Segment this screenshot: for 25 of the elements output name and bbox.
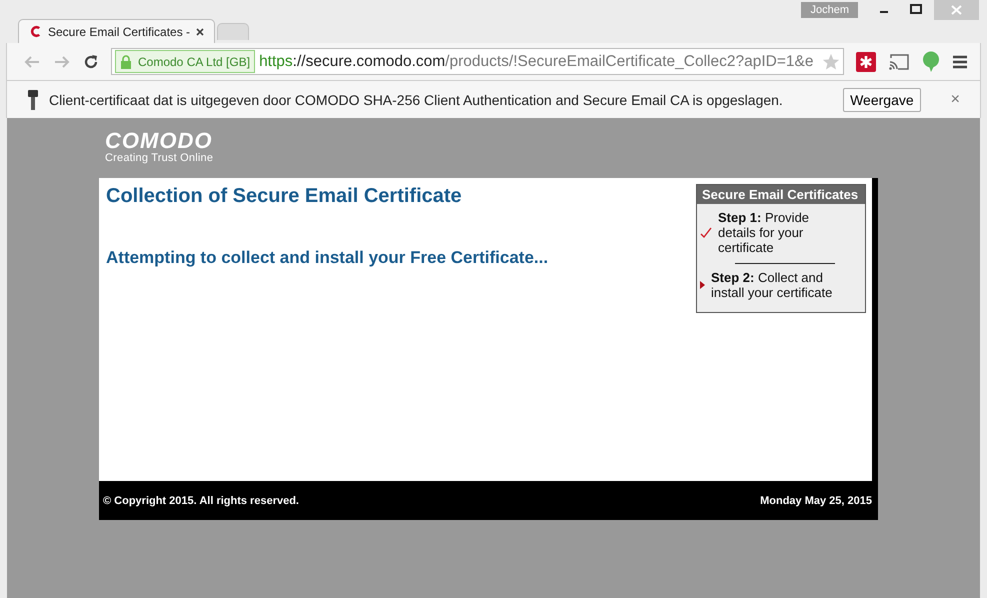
- copyright-text: © Copyright 2015. All rights reserved.: [103, 494, 299, 506]
- date-text: Monday May 25, 2015: [760, 494, 872, 506]
- browser-tab[interactable]: Secure Email Certificates -: [18, 19, 216, 43]
- logo-text: COMODO: [105, 130, 214, 152]
- cast-icon[interactable]: [888, 52, 910, 70]
- address-bar[interactable]: Comodo CA Ltd [GB] https://secure.comodo.com/products/!SecureEmailCertificate_Collec2?apID=1&e: [111, 48, 844, 75]
- page-heading: Collection of Secure Email Certificate: [106, 185, 463, 208]
- close-button[interactable]: ×: [944, 90, 966, 110]
- close-icon[interactable]: [196, 28, 204, 36]
- step-text: Step 2: Collect and install your certificate: [711, 270, 834, 300]
- status-message: Attempting to collect and install your Free Certificate...: [106, 248, 548, 268]
- key-icon: [27, 88, 39, 110]
- security-badge[interactable]: Comodo CA Ltd [GB]: [115, 50, 256, 73]
- view-button[interactable]: Weergave: [843, 88, 921, 112]
- menu-icon[interactable]: [952, 54, 968, 68]
- tagline: Creating Trust Online: [105, 152, 214, 164]
- url-text: https://secure.comodo.com/products/!SecureEmailCertificate_Collec2?apID=1&e: [259, 52, 814, 70]
- star-icon[interactable]: [822, 52, 840, 70]
- extension-icon[interactable]: [856, 52, 876, 72]
- c-logo-icon: [29, 25, 42, 38]
- reload-icon[interactable]: [83, 54, 99, 70]
- step-text: Step 1: Provide details for your certificate: [718, 210, 810, 255]
- info-message: Client-certificaat dat is uitgegeven door COMODO SHA-256 Client Authentication and Secure Email CA is opgeslagen.: [49, 92, 784, 108]
- lock-icon: [120, 54, 132, 70]
- panel-title: Secure Email Certificates: [697, 185, 865, 204]
